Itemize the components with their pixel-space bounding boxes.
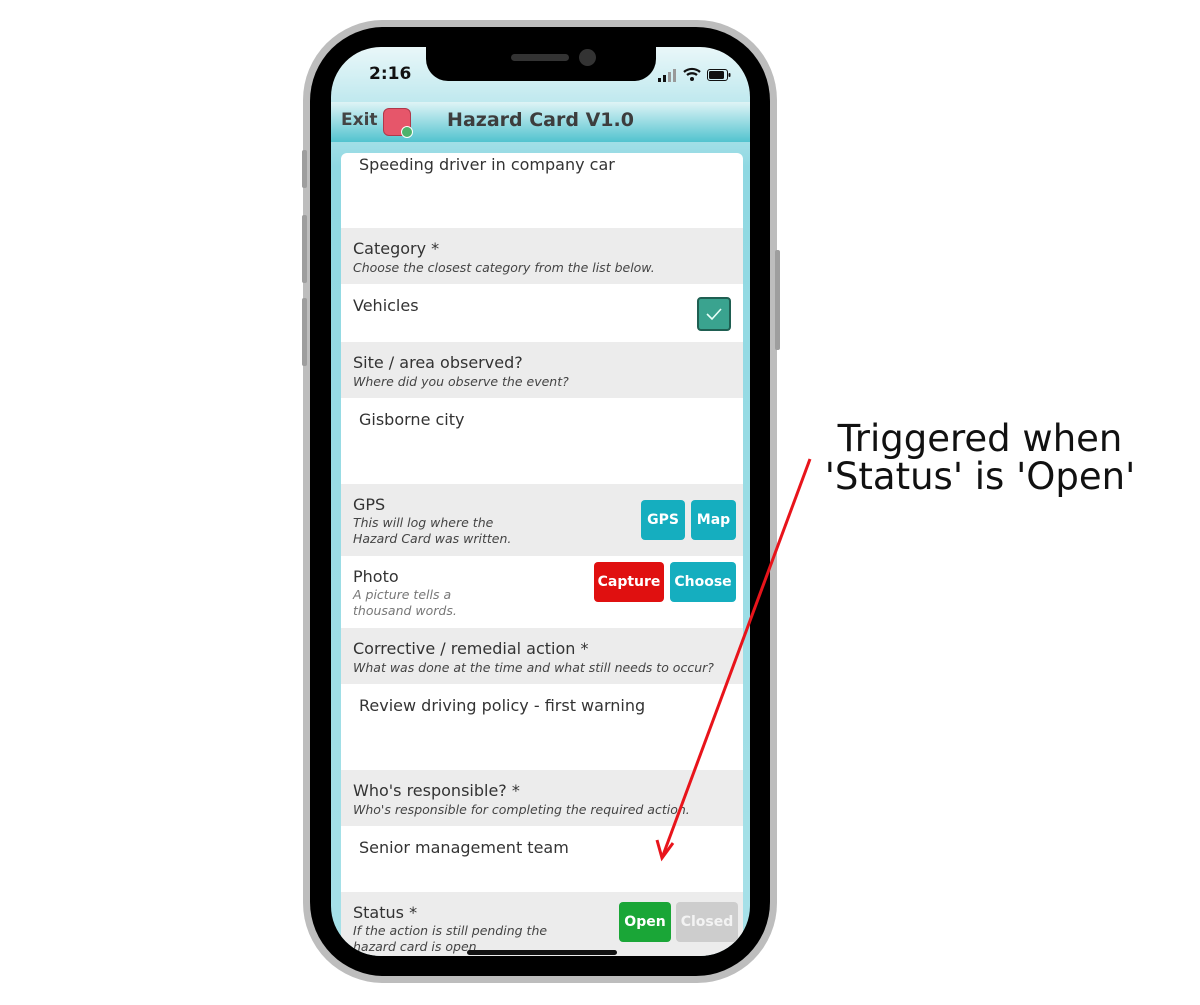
annotation-arrow xyxy=(655,458,812,862)
arrow-shaft xyxy=(660,458,812,859)
